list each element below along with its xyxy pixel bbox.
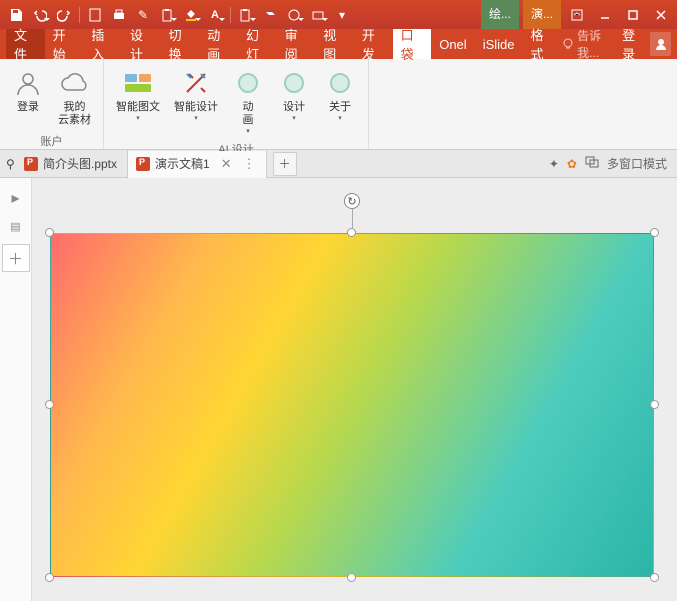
- chevron-down-icon: ▾: [338, 114, 342, 122]
- tab-insert[interactable]: 插入: [83, 29, 122, 59]
- tab-file[interactable]: 文件: [6, 29, 45, 59]
- new-tab-button[interactable]: ＋: [273, 152, 297, 176]
- smart-design-button[interactable]: 智能设计 ▾: [170, 63, 222, 126]
- menu-bar: 文件 开始 插入 设计 切换 动画 幻灯 审阅 视图 开发 口袋 Onel iS…: [0, 29, 677, 59]
- minimize-icon[interactable]: [593, 3, 617, 27]
- smart-graphic-icon: [122, 67, 154, 99]
- cloud-assets-button[interactable]: 我的 云素材: [54, 63, 95, 131]
- expand-rail-icon[interactable]: ▸: [2, 184, 30, 212]
- highlight-icon[interactable]: ✎: [131, 3, 155, 27]
- multi-window-icon[interactable]: [585, 156, 599, 171]
- tab-slideshow[interactable]: 幻灯: [238, 29, 277, 59]
- close-tab-icon[interactable]: ✕: [221, 156, 232, 172]
- tab-menu-icon[interactable]: ⋮: [243, 156, 256, 172]
- document-tab-label: 演示文稿1: [155, 155, 210, 172]
- pin-icon[interactable]: ⚲: [6, 157, 15, 171]
- resize-handle-bm[interactable]: [347, 573, 356, 582]
- quick-access-toolbar: ✎ A ▾: [4, 3, 354, 27]
- eraser-icon[interactable]: [258, 3, 282, 27]
- chevron-down-icon: ▾: [136, 114, 140, 122]
- save-icon[interactable]: [4, 3, 28, 27]
- tab-review[interactable]: 审阅: [277, 29, 316, 59]
- chevron-down-icon: ▾: [246, 127, 250, 135]
- group-label: 账户: [41, 133, 63, 149]
- document-tab-label: 简介头图.pptx: [43, 155, 117, 172]
- maximize-icon[interactable]: [621, 3, 645, 27]
- tell-me-search[interactable]: 告诉我...: [561, 27, 616, 61]
- tab-pocket[interactable]: 口袋: [393, 29, 432, 59]
- multi-window-label[interactable]: 多窗口模式: [607, 155, 667, 172]
- new-doc-icon[interactable]: [83, 3, 107, 27]
- tab-start[interactable]: 开始: [45, 29, 84, 59]
- tab-onekey[interactable]: Onel: [431, 29, 474, 59]
- circle-shape-icon: [232, 67, 264, 99]
- user-icon: [12, 67, 44, 99]
- ai-animation-button[interactable]: 动 画 ▾: [228, 63, 268, 139]
- login-link[interactable]: 登录: [622, 25, 644, 63]
- circle-shape-icon: [278, 67, 310, 99]
- shape-tool-icon[interactable]: [282, 3, 306, 27]
- slide-thumbnail-rail: ▸ ▤ ＋: [0, 178, 32, 601]
- tab-dev[interactable]: 开发: [354, 29, 393, 59]
- chevron-down-icon: ▾: [194, 114, 198, 122]
- ribbon-collapse-icon[interactable]: [565, 3, 589, 27]
- resize-handle-bl[interactable]: [45, 573, 54, 582]
- object-tool-icon[interactable]: [306, 3, 330, 27]
- document-tab[interactable]: 演示文稿1 ✕ ⋮: [128, 151, 267, 178]
- add-slide-button[interactable]: ＋: [2, 244, 30, 272]
- tab-islide[interactable]: iSlide: [475, 29, 523, 59]
- clipboard-icon[interactable]: [234, 3, 258, 27]
- resize-handle-tm[interactable]: [347, 228, 356, 237]
- resize-handle-mr[interactable]: [650, 400, 659, 409]
- selected-shape[interactable]: [50, 233, 654, 577]
- rotation-connector: [352, 209, 353, 228]
- document-tab-bar: ⚲ 简介头图.pptx 演示文稿1 ✕ ⋮ ＋ ✦ ✿ 多窗口模式: [0, 150, 677, 178]
- ribbon-group-account: 登录 我的 云素材 账户: [0, 59, 104, 149]
- print-icon[interactable]: [107, 3, 131, 27]
- gear-icon[interactable]: ✿: [567, 157, 577, 171]
- login-button[interactable]: 登录: [8, 63, 48, 118]
- magic-icon[interactable]: ✦: [549, 157, 559, 171]
- slide-editor: ▸ ▤ ＋: [0, 178, 677, 601]
- about-button[interactable]: 关于 ▾: [320, 63, 360, 126]
- circle-shape-icon: [324, 67, 356, 99]
- resize-handle-tr[interactable]: [650, 228, 659, 237]
- gradient-rectangle-shape[interactable]: [50, 233, 654, 577]
- lightbulb-icon: [561, 37, 573, 51]
- paste-icon[interactable]: [155, 3, 179, 27]
- title-bar: ✎ A ▾ 绘... 演...: [0, 0, 677, 29]
- font-color-icon[interactable]: A: [203, 3, 227, 27]
- resize-handle-ml[interactable]: [45, 400, 54, 409]
- ai-design-button[interactable]: 设计 ▾: [274, 63, 314, 126]
- close-icon[interactable]: [649, 3, 673, 27]
- chevron-down-icon: ▾: [292, 114, 296, 122]
- document-tab[interactable]: ⚲ 简介头图.pptx: [0, 150, 128, 177]
- rotation-handle[interactable]: [344, 193, 360, 209]
- tab-animation[interactable]: 动画: [199, 29, 238, 59]
- context-tab-drawing[interactable]: 绘...: [481, 0, 519, 29]
- powerpoint-doc-icon: [136, 157, 150, 171]
- resize-handle-tl[interactable]: [45, 228, 54, 237]
- fill-color-icon[interactable]: [179, 3, 203, 27]
- smart-design-icon: [180, 67, 212, 99]
- user-icon[interactable]: [650, 32, 671, 56]
- outline-icon[interactable]: ▤: [2, 212, 30, 240]
- cloud-icon: [59, 67, 91, 99]
- qat-more-icon[interactable]: ▾: [330, 3, 354, 27]
- powerpoint-doc-icon: [24, 157, 38, 171]
- tab-view[interactable]: 视图: [315, 29, 354, 59]
- resize-handle-br[interactable]: [650, 573, 659, 582]
- tab-design[interactable]: 设计: [122, 29, 161, 59]
- ribbon: 登录 我的 云素材 账户 智能图文 ▾ 智能设计 ▾ 动 画: [0, 59, 677, 150]
- tab-transition[interactable]: 切换: [161, 29, 200, 59]
- redo-icon[interactable]: [52, 3, 76, 27]
- tab-format[interactable]: 格式: [522, 29, 561, 59]
- smart-graphic-button[interactable]: 智能图文 ▾: [112, 63, 164, 126]
- ribbon-group-ai-design: 智能图文 ▾ 智能设计 ▾ 动 画 ▾ 设计 ▾ 关于 ▾: [104, 59, 369, 149]
- undo-icon[interactable]: [28, 3, 52, 27]
